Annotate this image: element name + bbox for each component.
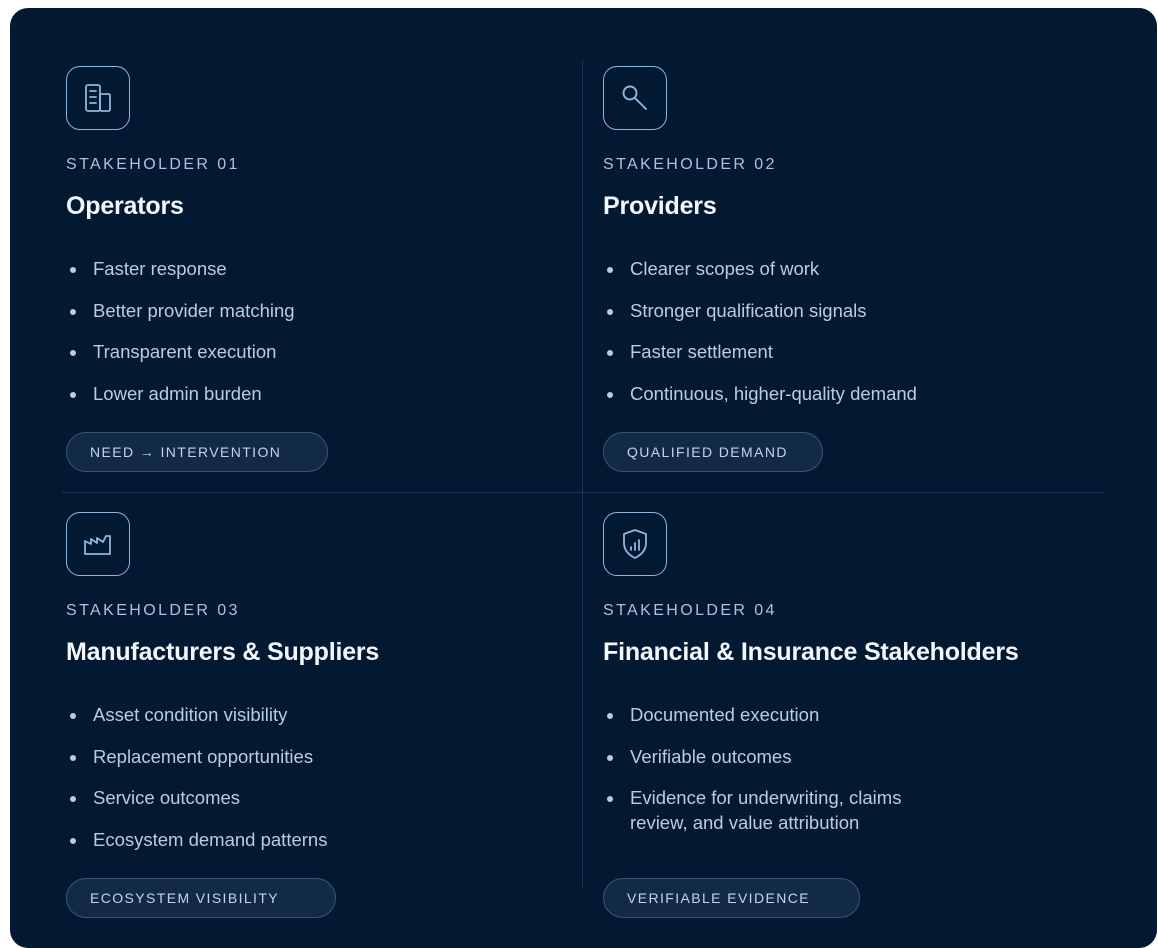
horizontal-divider [62,492,1105,493]
benefit-item: Lower admin burden [66,381,423,406]
benefit-item: Stronger qualification signals [603,298,960,323]
stakeholder-eyebrow: STAKEHOLDER 04 [603,602,777,619]
shield-chart-icon [603,512,667,576]
search-icon [603,66,667,130]
benefit-list: Clearer scopes of work Stronger qualific… [603,256,990,422]
stakeholder-tag: ECOSYSTEM VISIBILITY [66,878,336,918]
benefit-item: Faster response [66,256,423,281]
benefit-list: Faster response Better provider matching… [66,256,423,422]
benefit-list: Asset condition visibility Replacement o… [66,702,423,868]
building-icon [66,66,130,130]
benefit-item: Service outcomes [66,785,423,810]
stakeholder-tag: NEED → INTERVENTION [66,432,328,472]
benefit-item: Replacement opportunities [66,744,423,769]
benefit-item: Ecosystem demand patterns [66,827,423,852]
benefit-item: Faster settlement [603,339,960,364]
stakeholder-eyebrow: STAKEHOLDER 01 [66,156,240,173]
benefit-item: Asset condition visibility [66,702,423,727]
stakeholder-eyebrow: STAKEHOLDER 02 [603,156,777,173]
benefit-item: Transparent execution [66,339,423,364]
stakeholder-card-financial: STAKEHOLDER 04 Financial & Insurance Sta… [603,512,1103,932]
stakeholder-title: Operators [66,192,184,220]
stakeholder-card-providers: STAKEHOLDER 02 Providers Clearer scopes … [603,66,1103,476]
stakeholder-card-manufacturers: STAKEHOLDER 03 Manufacturers & Suppliers… [66,512,566,932]
stakeholder-title: Manufacturers & Suppliers [66,638,380,666]
stakeholders-panel: STAKEHOLDER 01 Operators Faster response… [10,8,1157,948]
benefit-item: Continuous, higher-quality demand [603,381,990,406]
stakeholder-eyebrow: STAKEHOLDER 03 [66,602,240,619]
benefit-list: Documented execution Verifiable outcomes… [603,702,960,852]
benefit-item: Better provider matching [66,298,423,323]
stakeholder-title: Financial & Insurance Stakeholders [603,638,1019,666]
benefit-item: Verifiable outcomes [603,744,960,769]
benefit-item: Clearer scopes of work [603,256,960,281]
stakeholder-title: Providers [603,192,717,220]
stakeholder-tag: VERIFIABLE EVIDENCE [603,878,860,918]
benefit-item: Evidence for underwriting, claims review… [603,785,920,835]
factory-icon [66,512,130,576]
stakeholder-tag: QUALIFIED DEMAND [603,432,823,472]
vertical-divider [582,60,583,888]
benefit-item: Documented execution [603,702,960,727]
stakeholder-card-operators: STAKEHOLDER 01 Operators Faster response… [66,66,566,476]
